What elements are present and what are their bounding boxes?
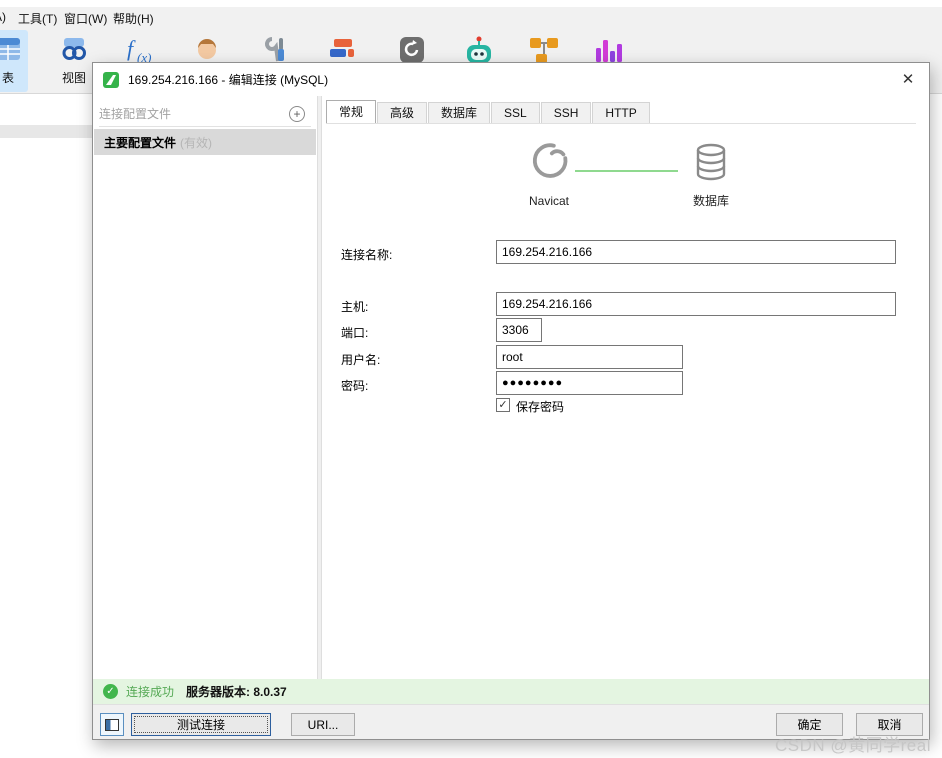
save-password-label: 保存密码 [516, 400, 565, 414]
dialog-title: 169.254.216.166 - 编辑连接 (MySQL) [128, 73, 329, 87]
server-version-text: 服务器版本: 8.0.37 [186, 685, 287, 699]
edit-connection-dialog: 169.254.216.166 - 编辑连接 (MySQL) ✕ 连接配置文件 … [92, 62, 930, 740]
connection-status-bar: ✓ 连接成功 服务器版本: 8.0.37 [93, 679, 929, 704]
menu-item-partial[interactable]: A) [0, 10, 6, 24]
profile-row-main[interactable]: 主要配置文件 (有效) [94, 129, 316, 155]
database-hero: 数据库 [659, 143, 763, 209]
profiles-header-label: 连接配置文件 [99, 107, 172, 121]
watermark: CSDN @黄同学real [775, 736, 931, 755]
add-profile-icon[interactable]: + [289, 105, 305, 122]
save-password-checkbox[interactable]: ✓ [496, 398, 510, 412]
menu-item-window[interactable]: 窗口(W) [64, 10, 107, 27]
host-label: 主机: [341, 300, 369, 314]
panel-icon [105, 718, 119, 734]
tab-advanced[interactable]: 高级 [377, 102, 428, 124]
username-input[interactable] [496, 345, 683, 369]
menu-item-tools[interactable]: 工具(T) [18, 10, 57, 27]
view-icon [61, 36, 87, 67]
navigation-pane-strip [0, 125, 92, 138]
toolbar-label-view: 视图 [61, 71, 86, 85]
port-input[interactable] [496, 318, 542, 342]
uri-button[interactable]: URI... [291, 713, 355, 736]
navicat-logo-icon [526, 143, 572, 188]
dialog-titlebar[interactable]: 169.254.216.166 - 编辑连接 (MySQL) ✕ [93, 63, 929, 96]
tab-databases[interactable]: 数据库 [428, 102, 491, 124]
profile-name: 主要配置文件 [104, 135, 177, 150]
close-icon[interactable]: ✕ [894, 67, 922, 93]
svg-text:f: f [127, 36, 136, 61]
username-label: 用户名: [341, 353, 381, 367]
navicat-hero: Navicat [511, 139, 587, 208]
test-connection-button[interactable]: 测试连接 [131, 713, 271, 736]
tab-http[interactable]: HTTP [592, 102, 650, 124]
navicat-label: Navicat [528, 194, 569, 208]
menu-item-help[interactable]: 帮助(H) [113, 10, 154, 27]
password-label: 密码: [341, 379, 369, 393]
menu-bar: A) 工具(T) 窗口(W) 帮助(H) [0, 7, 942, 28]
success-check-icon: ✓ [103, 684, 118, 699]
toolbar-button-table[interactable]: 表 [0, 30, 28, 92]
status-text: 连接成功 [126, 685, 175, 699]
table-icon [0, 36, 21, 67]
tab-ssl[interactable]: SSL [491, 102, 540, 124]
database-icon [695, 143, 727, 186]
tab-ssh[interactable]: SSH [540, 102, 592, 124]
database-label: 数据库 [692, 194, 729, 208]
host-input[interactable] [496, 292, 896, 316]
toolbar-button-view[interactable]: 视图 [52, 30, 96, 92]
connection-profiles-panel: 连接配置文件 + 主要配置文件 (有效) [93, 96, 317, 679]
application-window: A) 工具(T) 窗口(W) 帮助(H) 表 视图 f(x) [0, 0, 942, 758]
password-input[interactable] [496, 371, 683, 395]
tab-baseline [326, 123, 916, 124]
tab-general[interactable]: 常规 [326, 100, 377, 124]
sidebar-toggle-button[interactable] [100, 713, 124, 736]
connection-name-label: 连接名称: [341, 248, 393, 262]
toolbar-label-table: 表 [1, 71, 14, 85]
navicat-mysql-icon [103, 71, 119, 88]
port-label: 端口: [341, 326, 369, 340]
settings-tabs: 常规 高级 数据库 SSL SSH HTTP [326, 100, 651, 124]
profile-status: (有效) [180, 135, 213, 150]
connection-name-input[interactable] [496, 240, 896, 264]
panel-divider[interactable] [317, 96, 322, 679]
profiles-header: 连接配置文件 + [99, 101, 311, 127]
